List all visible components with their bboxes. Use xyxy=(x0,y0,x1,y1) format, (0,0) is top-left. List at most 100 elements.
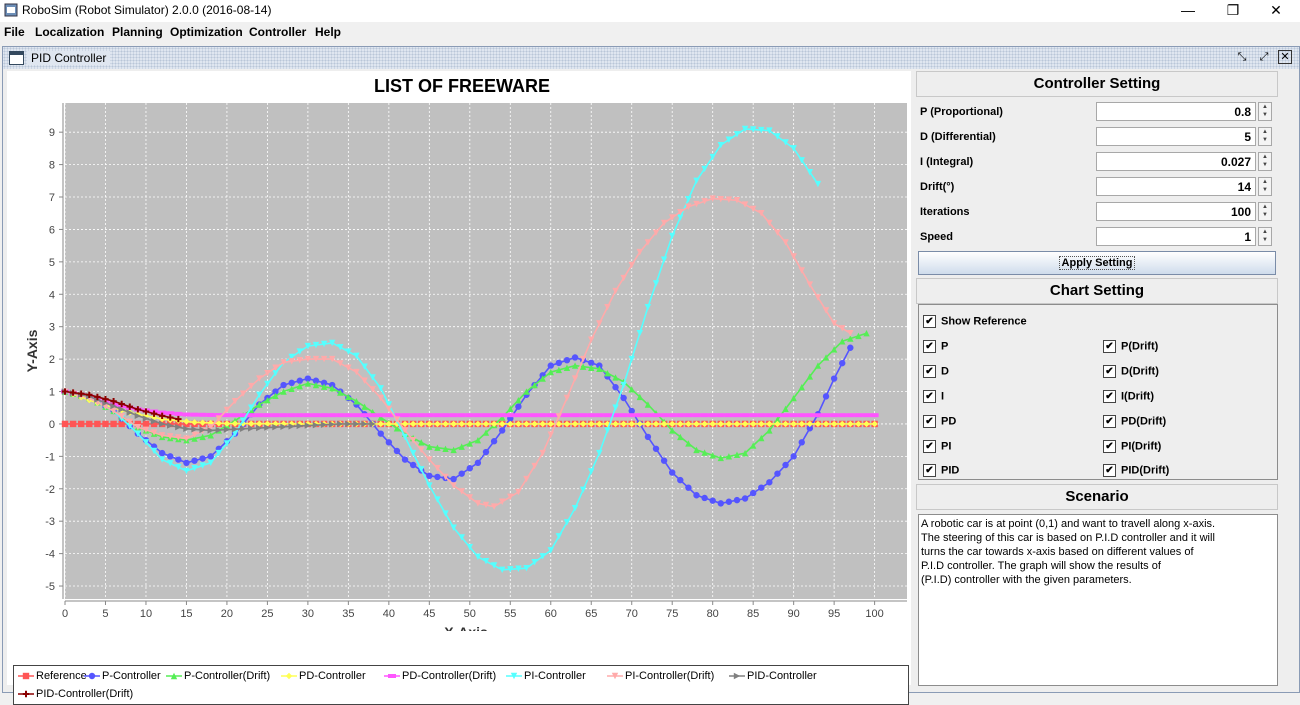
iconify-icon[interactable]: ⤡ xyxy=(1235,50,1249,64)
i-spinner[interactable]: ▲ ▼ xyxy=(1258,152,1272,171)
chart-setting-box: ✔ Show Reference ✔ P ✔ D ✔ I ✔ PD ✔ PI ✔ PID ✔ P… xyxy=(918,304,1278,480)
legend-item: PI-Controller(Drift) xyxy=(607,670,714,682)
checkbox-pid[interactable]: ✔ PID xyxy=(923,464,959,477)
x-tick-label: 50 xyxy=(464,608,476,620)
scenario-textarea[interactable]: A robotic car is at point (0,1) and want… xyxy=(918,514,1278,686)
setting-label: I (Integral) xyxy=(920,156,974,168)
scenario-line: turns the car towards x-axis based on di… xyxy=(921,546,1194,558)
legend-label: P-Controller(Drift) xyxy=(184,670,271,682)
checkbox-check-icon: ✔ xyxy=(1103,340,1116,353)
inner-titlebar[interactable]: PID Controller ⤡ ⤢ ✕ xyxy=(3,47,1299,69)
data-point xyxy=(701,494,708,502)
setting-row-d: D (Differential) ▲▼ xyxy=(918,126,1274,150)
data-point xyxy=(773,413,782,418)
legend-item: PD-Controller(Drift) xyxy=(384,670,496,682)
checkbox-p[interactable]: ✔ P xyxy=(923,340,948,353)
data-point xyxy=(685,484,692,491)
close-icon[interactable]: ✕ xyxy=(1256,0,1296,22)
legend-item: PD-Controller xyxy=(281,670,366,682)
menu-planning[interactable]: Planning xyxy=(112,25,163,39)
checkbox-label: D xyxy=(941,365,949,378)
apply-setting-button[interactable]: Apply Setting xyxy=(918,251,1276,275)
data-point xyxy=(732,413,741,418)
controller-setting-header: Controller Setting xyxy=(916,71,1278,97)
speed-spinner[interactable]: ▲ ▼ xyxy=(1258,227,1272,246)
data-point xyxy=(854,413,863,418)
x-tick-label: 100 xyxy=(865,608,883,620)
d-spinner[interactable]: ▲ ▼ xyxy=(1258,127,1272,146)
d-input[interactable] xyxy=(1096,127,1256,146)
checkbox-d-drift[interactable]: ✔ D(Drift) xyxy=(1103,365,1159,378)
data-point xyxy=(320,413,329,418)
menu-optimization[interactable]: Optimization xyxy=(170,25,243,39)
minimize-icon[interactable]: — xyxy=(1168,0,1208,22)
data-point xyxy=(417,413,426,418)
i-input[interactable] xyxy=(1096,152,1256,171)
checkbox-label: I(Drift) xyxy=(1121,390,1154,403)
checkbox-pi-drift[interactable]: ✔ PI(Drift) xyxy=(1103,440,1161,453)
data-point xyxy=(822,393,830,400)
checkbox-pid-drift[interactable]: ✔ PID(Drift) xyxy=(1103,464,1169,477)
menu-localization[interactable]: Localization xyxy=(35,25,104,39)
speed-input[interactable] xyxy=(1096,227,1256,246)
window-title: RoboSim (Robot Simulator) 2.0.0 (2016-08… xyxy=(22,3,272,17)
checkbox-check-icon: ✔ xyxy=(923,315,936,328)
data-point xyxy=(660,457,668,464)
checkbox-pd-drift[interactable]: ✔ PD(Drift) xyxy=(1103,415,1166,428)
data-point xyxy=(555,359,563,367)
legend-swatch-icon xyxy=(729,672,745,680)
checkbox-p-drift[interactable]: ✔ P(Drift) xyxy=(1103,340,1158,353)
maximize-icon[interactable]: ⤢ xyxy=(1257,50,1271,64)
scenario-line: A robotic car is at point (0,1) and want… xyxy=(921,518,1216,530)
p-spinner[interactable]: ▲ ▼ xyxy=(1258,102,1272,121)
frame-close-icon[interactable]: ✕ xyxy=(1278,50,1292,64)
data-point xyxy=(522,413,531,418)
apply-setting-label: Apply Setting xyxy=(1058,256,1136,270)
menu-file[interactable]: File xyxy=(4,25,25,39)
data-point xyxy=(749,413,758,418)
scenario-header: Scenario xyxy=(916,484,1278,510)
show-reference-checkbox[interactable]: ✔ Show Reference xyxy=(923,315,1027,328)
data-point xyxy=(766,479,773,486)
checkbox-pd[interactable]: ✔ PD xyxy=(923,415,956,428)
data-point xyxy=(206,412,215,417)
menu-help[interactable]: Help xyxy=(315,25,341,39)
checkbox-pi[interactable]: ✔ PI xyxy=(923,440,951,453)
p-input[interactable] xyxy=(1096,102,1256,121)
data-point xyxy=(344,413,353,418)
checkbox-i-drift[interactable]: ✔ I(Drift) xyxy=(1103,390,1154,403)
legend-item: PI-Controller xyxy=(506,670,586,682)
restore-icon[interactable]: ❐ xyxy=(1213,0,1253,22)
legend-item: P-Controller(Drift) xyxy=(166,670,270,682)
inner-title: PID Controller xyxy=(27,51,111,65)
data-point xyxy=(158,449,166,457)
data-point xyxy=(449,413,458,418)
data-point xyxy=(311,413,320,418)
data-point xyxy=(669,469,676,476)
data-point xyxy=(393,447,401,455)
data-point xyxy=(612,384,619,391)
checkbox-check-icon: ✔ xyxy=(923,440,936,453)
checkbox-check-icon: ✔ xyxy=(1103,440,1116,453)
data-point xyxy=(579,413,588,418)
x-tick-label: 25 xyxy=(261,608,273,620)
checkbox-label: Show Reference xyxy=(941,315,1027,328)
data-point xyxy=(110,420,117,428)
data-point xyxy=(482,413,490,418)
iterations-spinner[interactable]: ▲ ▼ xyxy=(1258,202,1272,221)
data-point xyxy=(620,394,627,402)
x-tick-label: 5 xyxy=(102,608,108,620)
menu-controller[interactable]: Controller xyxy=(249,25,306,39)
x-tick-label: 30 xyxy=(302,608,314,620)
data-point xyxy=(22,672,30,680)
drift-spinner[interactable]: ▲ ▼ xyxy=(1258,177,1272,196)
x-tick-label: 35 xyxy=(342,608,354,620)
iterations-input[interactable] xyxy=(1096,202,1256,221)
setting-label: D (Differential) xyxy=(920,131,996,143)
data-point xyxy=(530,413,539,418)
legend-item: Reference xyxy=(18,670,87,682)
checkbox-i[interactable]: ✔ I xyxy=(923,390,944,403)
checkbox-d[interactable]: ✔ D xyxy=(923,365,949,378)
x-tick-label: 55 xyxy=(504,608,516,620)
drift-input[interactable] xyxy=(1096,177,1256,196)
